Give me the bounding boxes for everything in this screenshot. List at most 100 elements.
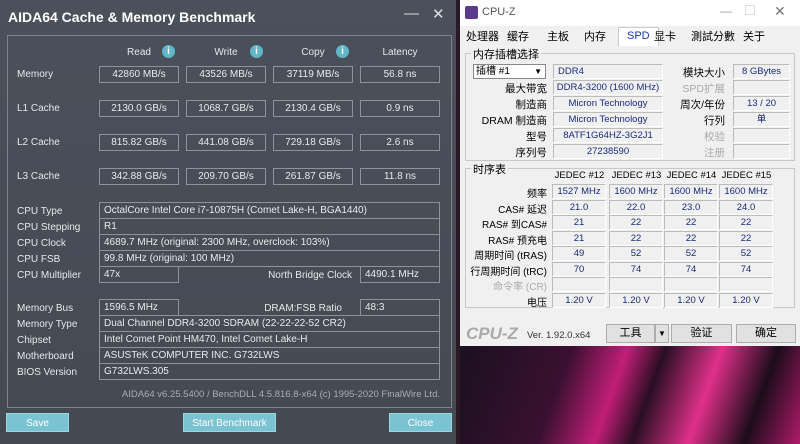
bench-value: 42860 MB/s bbox=[99, 66, 179, 83]
start-benchmark-button[interactable]: Start Benchmark bbox=[183, 413, 276, 432]
tab-2[interactable]: 主板 bbox=[544, 29, 572, 45]
timing-value: 1.20 V bbox=[719, 292, 773, 308]
minimize-icon[interactable]: — bbox=[720, 4, 732, 18]
bench-value: 441.08 GB/s bbox=[186, 134, 266, 151]
label-cpu-type: CPU Type bbox=[17, 206, 63, 217]
tab-5[interactable]: 显卡 bbox=[651, 29, 679, 45]
dram-mfr-label: DRAM 制造商 bbox=[481, 115, 547, 127]
timing-value: 22 bbox=[719, 230, 773, 246]
bench-value: 2.6 ns bbox=[360, 134, 440, 151]
timing-value: 1.20 V bbox=[609, 292, 663, 308]
tools-dropdown-icon[interactable]: ▼ bbox=[655, 324, 669, 343]
part-label: 型号 bbox=[526, 131, 547, 143]
ok-button[interactable]: 确定 bbox=[736, 324, 796, 343]
timing-label: RAS# 预充电 bbox=[488, 235, 547, 247]
timing-label: RAS# 到CAS# bbox=[481, 220, 547, 231]
value-memory-type: Dual Channel DDR4-3200 SDRAM (22-22-22-5… bbox=[99, 315, 440, 332]
validate-button[interactable]: 验证 bbox=[671, 324, 732, 343]
timing-value: 74 bbox=[664, 261, 718, 277]
label-motherboard: Motherboard bbox=[17, 351, 74, 362]
value-cpu-clock: 4689.7 MHz (original: 2300 MHz, overcloc… bbox=[99, 234, 440, 251]
timing-value: 1600 MHz bbox=[664, 184, 718, 199]
timing-label: CAS# 延迟 bbox=[498, 204, 547, 216]
window-title: AIDA64 Cache & Memory Benchmark bbox=[8, 9, 256, 25]
bench-value: 2130.4 GB/s bbox=[273, 100, 353, 117]
label-cpu-stepping: CPU Stepping bbox=[17, 222, 81, 233]
module-size: 8 GBytes bbox=[733, 64, 790, 79]
timing-value bbox=[609, 277, 663, 292]
timing-value: 49 bbox=[552, 246, 606, 261]
save-button[interactable]: Save bbox=[6, 413, 69, 432]
timing-value: 21.0 bbox=[552, 199, 606, 215]
row-label: L2 Cache bbox=[17, 137, 60, 148]
tab-0[interactable]: 处理器 bbox=[463, 29, 502, 45]
tab-1[interactable]: 缓存 bbox=[504, 29, 532, 45]
timing-value: 22 bbox=[609, 215, 663, 230]
timing-value: 1.20 V bbox=[664, 292, 718, 308]
timing-value: 1.20 V bbox=[552, 292, 606, 308]
chevron-down-icon: ▼ bbox=[534, 67, 542, 76]
timing-value: 52 bbox=[609, 246, 663, 261]
check bbox=[733, 128, 790, 143]
row-label: Memory bbox=[17, 69, 54, 80]
max-bw: DDR4-3200 (1600 MHz) bbox=[553, 80, 663, 95]
value-dram-ratio: 48:3 bbox=[360, 299, 440, 316]
serial-label: 序列号 bbox=[515, 147, 548, 159]
close-icon[interactable]: ✕ bbox=[432, 5, 445, 23]
maximize-icon[interactable] bbox=[745, 5, 755, 15]
label-memory-type: Memory Type bbox=[17, 319, 78, 330]
slot-select-value: 插槽 #1 bbox=[476, 66, 510, 77]
value-motherboard: ASUSTeK COMPUTER INC. G732LWS bbox=[99, 347, 440, 364]
timing-value bbox=[719, 277, 773, 292]
spd-ext bbox=[733, 80, 790, 95]
timing-label: 行周期时间 (tRC) bbox=[470, 266, 547, 278]
label-bios: BIOS Version bbox=[17, 367, 78, 378]
timing-value: 1600 MHz bbox=[609, 184, 663, 199]
mfr-label: 制造商 bbox=[515, 99, 548, 111]
jedec-header: JEDEC #13 bbox=[611, 170, 662, 181]
registered bbox=[733, 144, 790, 159]
check-label: 校验 bbox=[704, 131, 725, 143]
cpuz-app-icon bbox=[465, 6, 478, 19]
serial: 27238590 bbox=[553, 144, 663, 159]
label-memory-bus: Memory Bus bbox=[17, 303, 74, 314]
tab-3[interactable]: 内存 bbox=[581, 29, 609, 45]
registered-label: 注册 bbox=[704, 147, 725, 159]
value-cpu-fsb: 99.8 MHz (original: 100 MHz) bbox=[99, 250, 440, 267]
tools-button[interactable]: 工具 bbox=[606, 324, 655, 343]
jedec-header: JEDEC #15 bbox=[721, 170, 772, 181]
info-icon[interactable]: i bbox=[162, 45, 175, 58]
dram-mfr: Micron Technology bbox=[553, 112, 663, 127]
close-button[interactable]: Close bbox=[389, 413, 452, 432]
timing-value: 21 bbox=[552, 230, 606, 246]
slot-select[interactable]: 插槽 #1 ▼ bbox=[473, 64, 546, 79]
timing-label: 电压 bbox=[527, 297, 547, 309]
window-title: CPU-Z bbox=[482, 6, 516, 18]
timing-value: 23.0 bbox=[664, 199, 718, 215]
info-icon[interactable]: i bbox=[336, 45, 349, 58]
timing-label: 周期时间 (tRAS) bbox=[474, 251, 547, 262]
cpuz-window: CPU-Z — ✕ 处理器 缓存 主板 内存 SPD 显卡 測試分數 关于 内存插槽选择 插槽… bbox=[460, 0, 800, 346]
bench-value: 2130.0 GB/s bbox=[99, 100, 179, 117]
timing-value: 22 bbox=[609, 230, 663, 246]
minimize-icon[interactable]: — bbox=[404, 5, 419, 22]
timing-value: 21 bbox=[552, 215, 606, 230]
header-latency: Latency bbox=[382, 47, 418, 58]
bench-value: 1068.7 GB/s bbox=[186, 100, 266, 117]
aida64-window: AIDA64 Cache & Memory Benchmark — ✕ Read… bbox=[0, 0, 456, 444]
timing-value: 1527 MHz bbox=[552, 184, 606, 199]
value-cpu-stepping: R1 bbox=[99, 218, 440, 235]
row-label: L3 Cache bbox=[17, 171, 60, 182]
timing-value: 74 bbox=[719, 261, 773, 277]
bench-value: 56.8 ns bbox=[360, 66, 440, 83]
tab-7[interactable]: 关于 bbox=[740, 29, 768, 45]
week-year: 13 / 20 bbox=[733, 96, 790, 111]
bench-value: 729.18 GB/s bbox=[273, 134, 353, 151]
desktop-wallpaper bbox=[460, 346, 800, 444]
value-memory-bus: 1596.5 MHz bbox=[99, 299, 179, 316]
timing-value: 70 bbox=[552, 261, 606, 277]
timing-value: 1600 MHz bbox=[719, 184, 773, 199]
info-icon[interactable]: i bbox=[250, 45, 263, 58]
tab-6[interactable]: 測試分數 bbox=[688, 29, 738, 45]
close-icon[interactable]: ✕ bbox=[774, 3, 786, 20]
